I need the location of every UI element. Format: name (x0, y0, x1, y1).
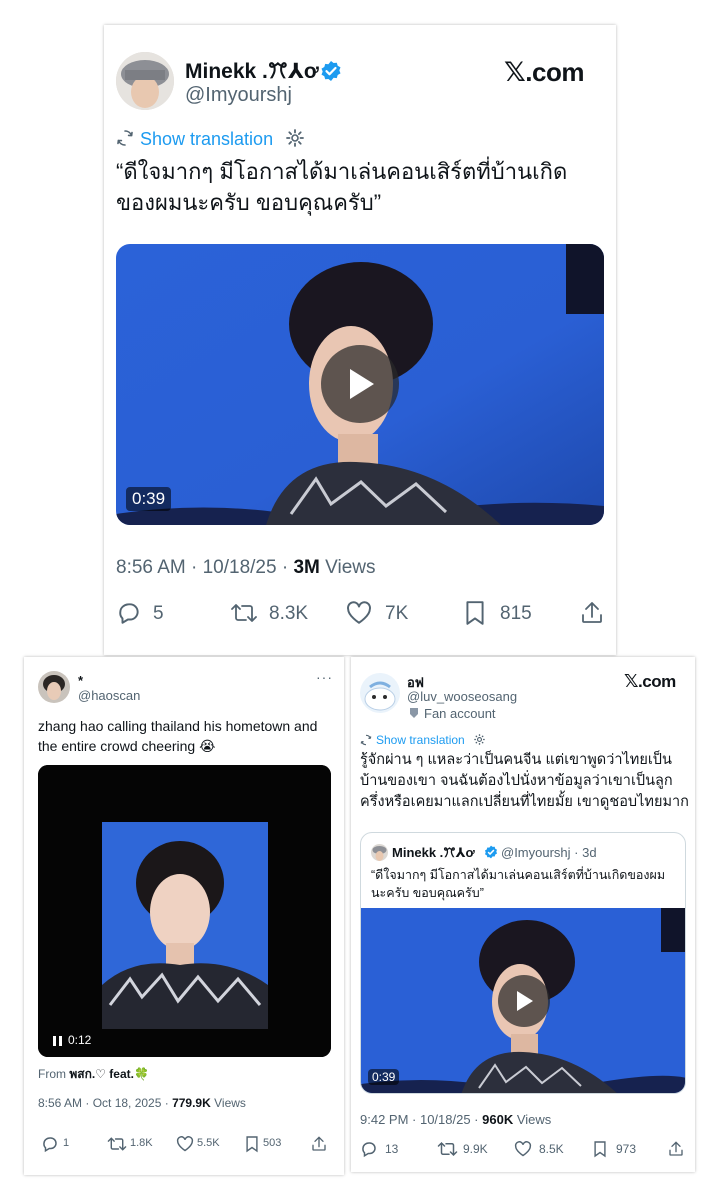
more-icon[interactable]: ··· (316, 669, 333, 685)
right-author-avatar[interactable] (360, 673, 400, 713)
main-views-label: Views (319, 557, 376, 578)
main-post-meta: 8:56 AM · 10/18/25 · 3M Views (116, 557, 375, 579)
left-views-label: Views (210, 1096, 246, 1110)
show-translation-link[interactable]: Show translation (140, 129, 273, 150)
right-post-meta: 9:42 PM · 10/18/25 · 960K Views (360, 1112, 551, 1127)
main-author-handle[interactable]: @Imyourshj (185, 84, 292, 107)
fan-badge-icon (410, 708, 418, 718)
bookmark-icon[interactable] (593, 1140, 607, 1158)
quote-author-avatar (371, 844, 388, 861)
repost-icon[interactable] (107, 1135, 127, 1153)
right-timestamp[interactable]: 9:42 PM · 10/18/25 · (360, 1112, 482, 1127)
main-post-card: Minekk .ꔫ⅄ơ @Imyourshj 𝕏.com Show transl… (104, 25, 616, 655)
x-logo-icon: 𝕏.com (504, 57, 584, 87)
right-bookmark-count: 973 (616, 1142, 637, 1156)
left-from-line: From พสก.♡ feat.🍀 (38, 1065, 149, 1084)
reply-icon[interactable] (41, 1135, 59, 1153)
quote-video[interactable]: 0:39 (361, 908, 685, 1093)
verified-badge-icon (321, 61, 341, 81)
main-timestamp[interactable]: 8:56 AM · 10/18/25 · (116, 557, 293, 578)
right-views-label: Views (513, 1112, 552, 1127)
left-author-avatar[interactable] (38, 671, 70, 703)
left-bookmark-count: 503 (263, 1137, 282, 1149)
like-icon[interactable] (176, 1136, 194, 1152)
left-like-count: 5.5K (197, 1137, 220, 1149)
like-icon[interactable] (346, 601, 372, 625)
left-reply-count: 1 (63, 1137, 70, 1149)
main-bookmark-count: 815 (500, 603, 532, 624)
main-author-name[interactable]: Minekk .ꔫ⅄ơ (185, 59, 319, 84)
x-logo-icon: 𝕏.com (624, 671, 676, 691)
left-repost-count: 1.8K (130, 1137, 153, 1149)
site-domain: .com (525, 57, 584, 87)
left-timestamp[interactable]: 8:56 AM · Oct 18, 2025 · (38, 1096, 172, 1110)
left-video[interactable]: 0:12 (38, 765, 331, 1057)
verified-badge-icon (484, 845, 498, 859)
quote-author-name: Minekk .ꔫ⅄ơ (392, 845, 475, 860)
fan-account-label: Fan account (424, 706, 496, 721)
reply-icon[interactable] (360, 1140, 378, 1158)
main-post-text: “ดีใจมากๆ มีโอกาสได้มาเล่นคอนเสิร์ตที่บ้… (116, 159, 568, 215)
quote-meta: @Imyourshj · 3d (501, 845, 597, 860)
video-time: 0:12 (68, 1033, 92, 1047)
play-icon[interactable] (321, 345, 399, 423)
share-icon[interactable] (668, 1140, 684, 1158)
from-source[interactable]: พสก.♡ feat.🍀 (69, 1067, 149, 1081)
main-author-avatar[interactable] (116, 52, 174, 110)
quote-text: “ดีใจมากๆ มีโอกาสได้มาเล่นคอนเสิร์ตที่บ้… (371, 868, 666, 900)
bookmark-icon[interactable] (464, 600, 486, 626)
repost-icon[interactable] (437, 1140, 458, 1158)
gear-icon[interactable] (473, 733, 486, 746)
right-author-handle[interactable]: @luv_wooseosang (407, 689, 517, 704)
main-video[interactable]: 0:39 (116, 244, 604, 525)
show-translation-link[interactable]: Show translation (376, 733, 465, 747)
share-icon[interactable] (580, 600, 604, 626)
left-post-meta: 8:56 AM · Oct 18, 2025 · 779.9K Views (38, 1096, 246, 1110)
video-duration: 0:39 (368, 1069, 400, 1085)
right-like-count: 8.5K (539, 1142, 564, 1156)
main-reply-count: 5 (153, 603, 164, 624)
translate-icon (117, 130, 133, 146)
right-reply-count: 13 (385, 1142, 399, 1156)
quoted-post[interactable]: Minekk .ꔫ⅄ơ @Imyourshj · 3d “ดีใจมากๆ มี… (360, 832, 686, 1094)
like-icon[interactable] (514, 1141, 532, 1157)
site-domain: .com (638, 672, 676, 691)
main-like-count: 7K (385, 603, 409, 624)
left-author-handle[interactable]: @haoscan (78, 688, 140, 703)
share-icon[interactable] (311, 1135, 327, 1153)
translate-icon (360, 734, 372, 746)
play-icon[interactable] (498, 975, 550, 1027)
right-views-count: 960K (482, 1112, 514, 1127)
repost-icon[interactable] (230, 600, 258, 626)
main-views-count: 3M (293, 557, 320, 578)
left-post-text: zhang hao calling thailand his hometown … (38, 718, 318, 754)
right-repost-count: 9.9K (463, 1142, 488, 1156)
left-author-name[interactable]: * (78, 673, 83, 688)
gear-icon[interactable] (285, 128, 305, 148)
left-views-count: 779.9K (172, 1096, 211, 1110)
right-post-text: รู้จักผ่าน ๆ แหละว่าเป็นคนจีน แต่เขาพูดว… (360, 752, 689, 810)
reply-icon[interactable] (116, 600, 142, 626)
video-duration: 0:39 (126, 487, 172, 511)
pause-icon[interactable] (53, 1036, 63, 1046)
right-post-card: อฟ @luv_wooseosang Fan account 𝕏.com Sho… (351, 657, 695, 1172)
from-label: From (38, 1067, 70, 1081)
left-post-card: * @haoscan ··· zhang hao calling thailan… (24, 657, 344, 1175)
bookmark-icon[interactable] (245, 1135, 259, 1153)
main-repost-count: 8.3K (269, 603, 309, 624)
